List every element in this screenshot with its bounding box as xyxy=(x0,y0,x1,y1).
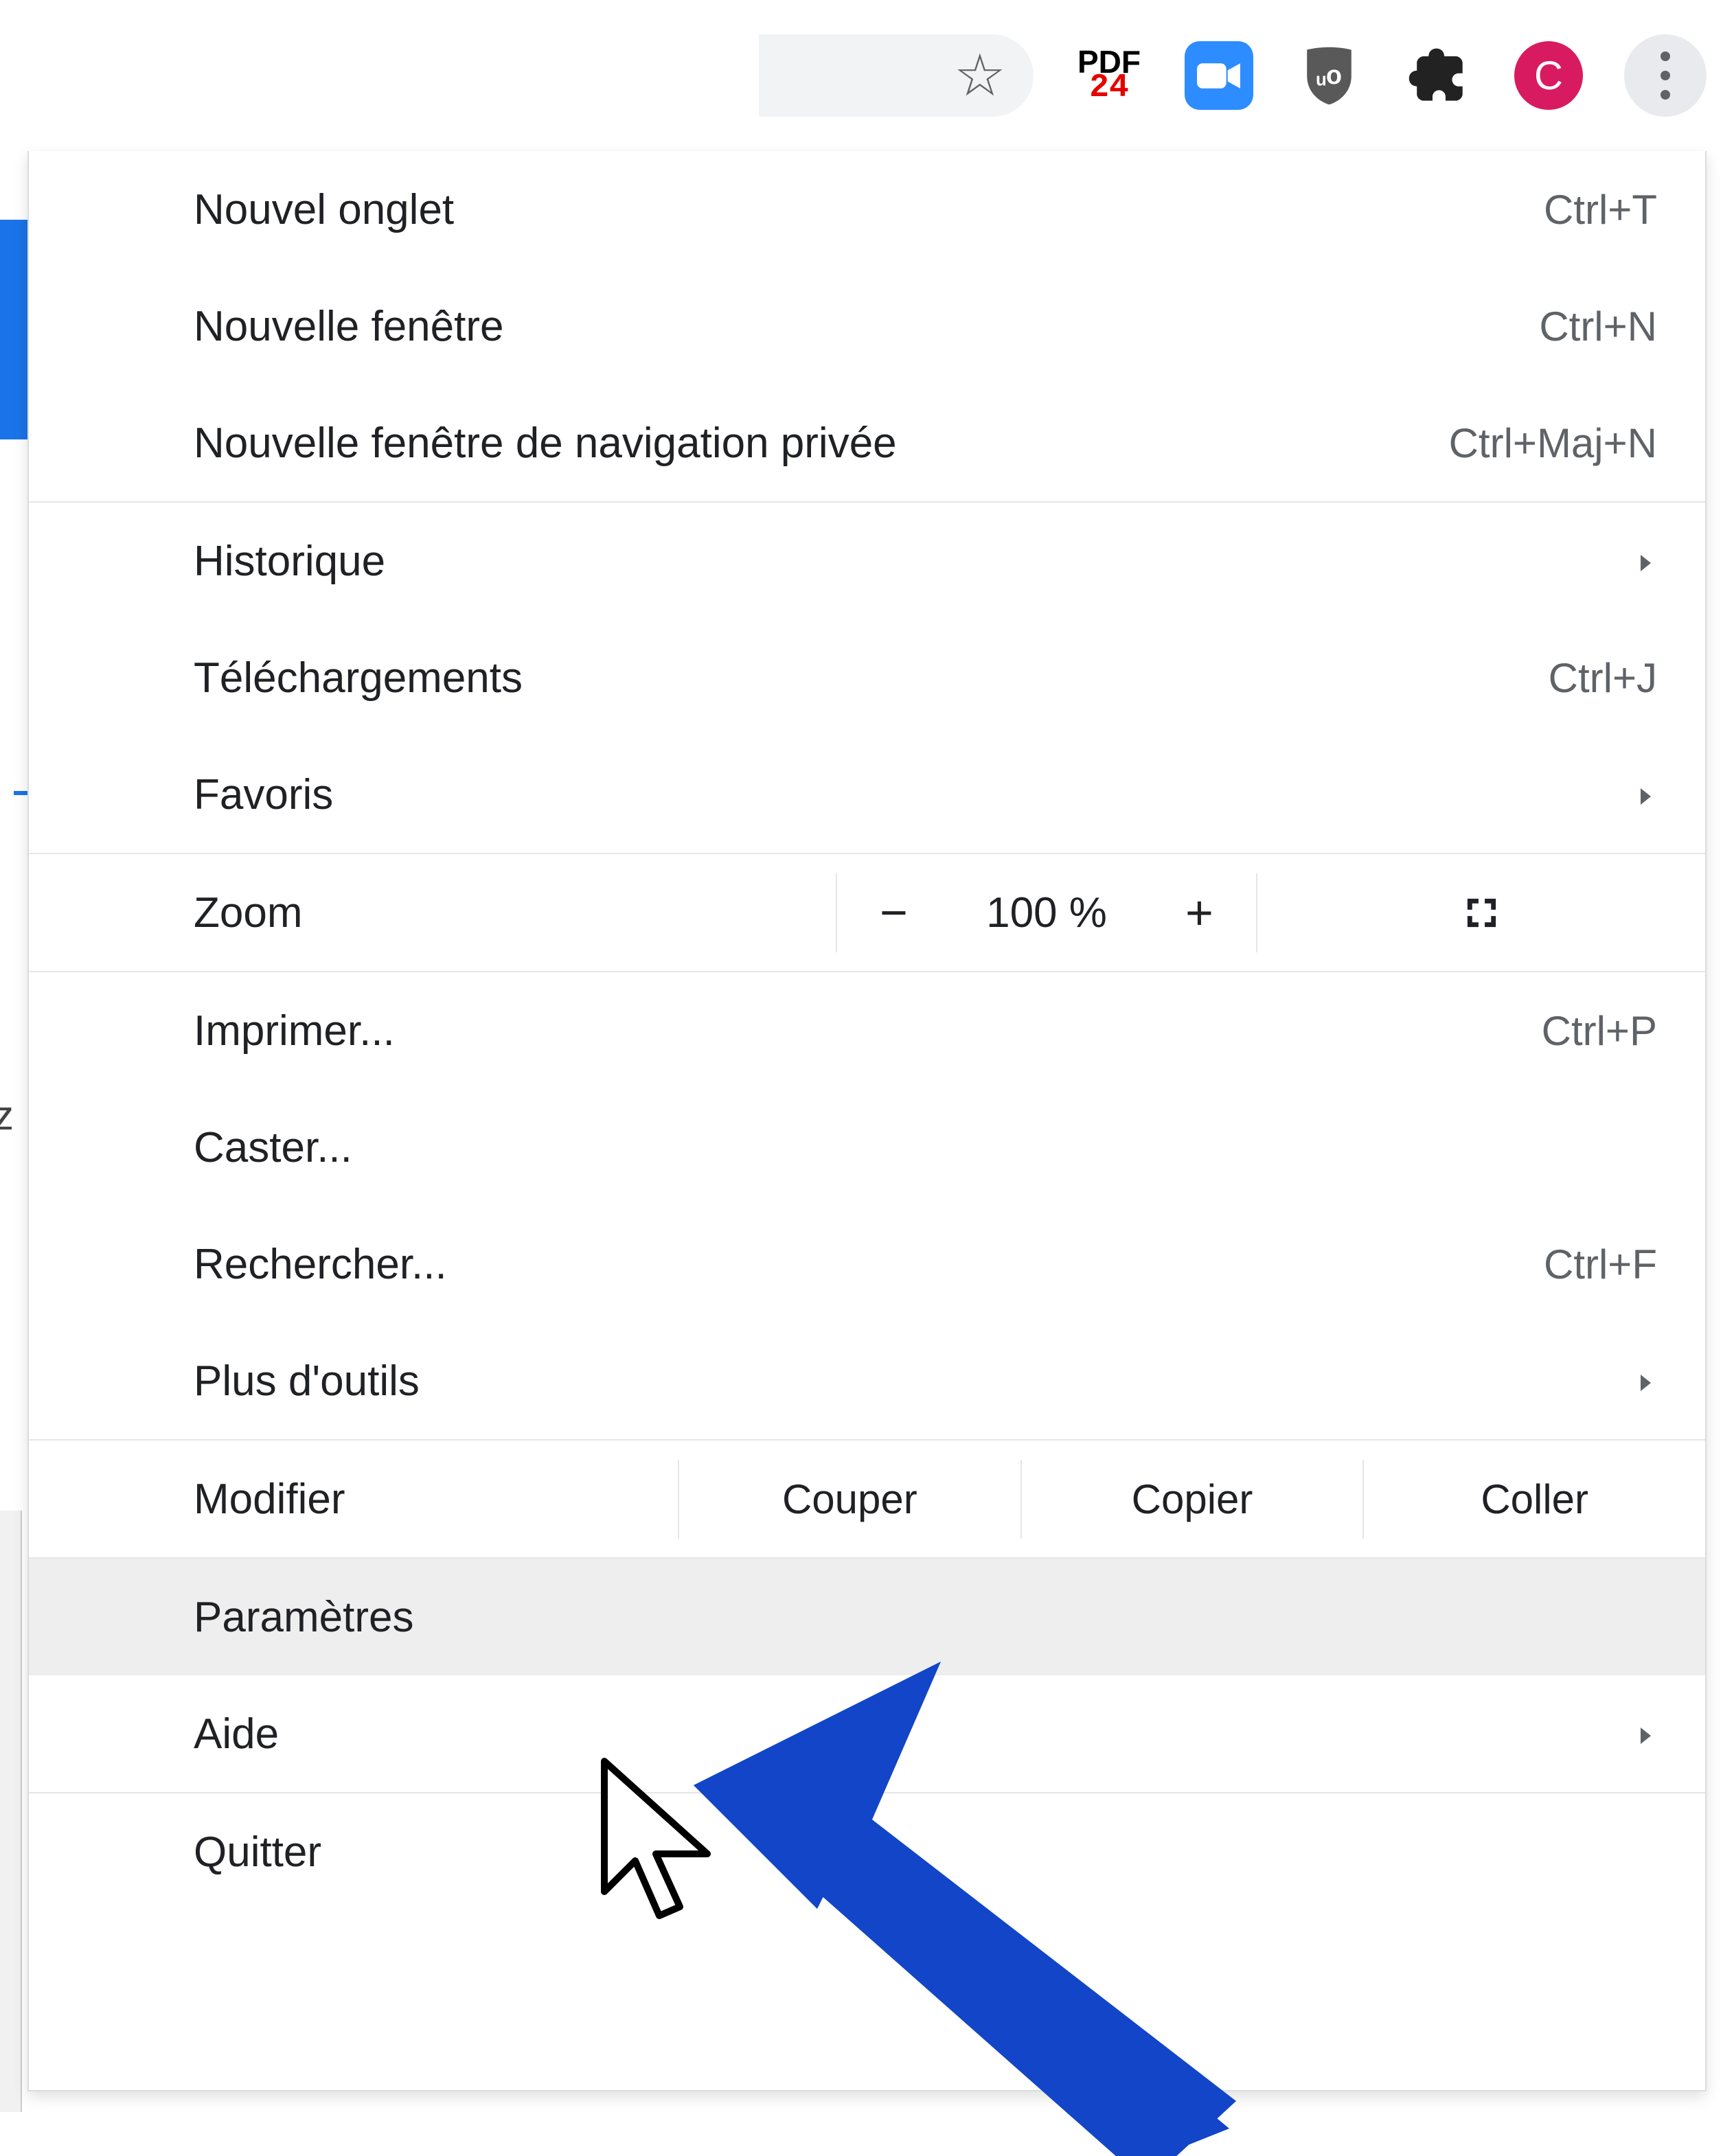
avatar-letter: C xyxy=(1534,53,1563,99)
menu-item-zoom: Zoom − 100 % + xyxy=(29,853,1705,972)
edit-label: Modifier xyxy=(29,1475,678,1524)
submenu-chevron-icon xyxy=(1632,1357,1657,1406)
page-selection-edge xyxy=(0,220,27,439)
bookmark-star-icon[interactable]: ☆ xyxy=(954,47,1006,105)
edit-paste-button[interactable]: Coller xyxy=(1364,1476,1705,1523)
edit-cut-button[interactable]: Couper xyxy=(679,1476,1020,1523)
menu-label: Téléchargements xyxy=(194,654,523,702)
edit-copy-button[interactable]: Copier xyxy=(1022,1476,1363,1523)
menu-shortcut: Ctrl+J xyxy=(1549,654,1657,702)
submenu-chevron-icon xyxy=(1632,1710,1657,1758)
menu-item-settings[interactable]: Paramètres xyxy=(29,1559,1705,1675)
extensions-puzzle-icon[interactable] xyxy=(1404,41,1473,110)
fullscreen-icon xyxy=(1463,894,1501,932)
menu-item-incognito[interactable]: Nouvelle fenêtre de navigation privée Ct… xyxy=(29,385,1705,501)
menu-label: Paramètres xyxy=(194,1593,413,1642)
menu-item-exit[interactable]: Quitter xyxy=(29,1793,1705,1910)
menu-label: Plus d'outils xyxy=(194,1357,420,1406)
kebab-dot-icon xyxy=(1661,71,1670,80)
menu-shortcut: Ctrl+N xyxy=(1539,303,1657,350)
menu-shortcut: Ctrl+T xyxy=(1544,186,1657,233)
profile-avatar[interactable]: C xyxy=(1514,41,1583,110)
menu-label: Favoris xyxy=(194,770,333,819)
kebab-dot-icon xyxy=(1661,51,1670,61)
menu-item-new-window[interactable]: Nouvelle fenêtre Ctrl+N xyxy=(29,268,1705,385)
zoom-out-button[interactable]: − xyxy=(837,885,950,940)
menu-label: Rechercher... xyxy=(194,1240,447,1289)
fullscreen-button[interactable] xyxy=(1257,894,1705,932)
menu-label: Nouvel onglet xyxy=(194,185,454,234)
menu-label: Nouvelle fenêtre de navigation privée xyxy=(194,419,897,468)
extension-zoom-icon[interactable] xyxy=(1185,41,1253,110)
menu-label: Aide xyxy=(194,1710,279,1758)
browser-toolbar: ☆ PDF 24 ᵤo C xyxy=(0,0,1734,151)
svg-text:ᵤo: ᵤo xyxy=(1316,60,1341,89)
page-text-fragment: z xyxy=(0,1092,14,1139)
menu-item-cast[interactable]: Caster... xyxy=(29,1089,1705,1206)
omnibox-end[interactable]: ☆ xyxy=(759,34,1034,117)
zoom-in-button[interactable]: + xyxy=(1143,885,1256,940)
menu-item-find[interactable]: Rechercher... Ctrl+F xyxy=(29,1206,1705,1322)
zoom-label: Zoom xyxy=(29,888,836,937)
menu-item-downloads[interactable]: Téléchargements Ctrl+J xyxy=(29,619,1705,736)
menu-label: Nouvelle fenêtre xyxy=(194,302,504,351)
menu-label: Caster... xyxy=(194,1123,352,1172)
extension-pdf24-icon[interactable]: PDF 24 xyxy=(1075,41,1143,110)
submenu-chevron-icon xyxy=(1632,770,1657,819)
menu-item-history[interactable]: Historique xyxy=(29,503,1705,619)
menu-item-help[interactable]: Aide xyxy=(29,1675,1705,1792)
page-background-edge xyxy=(0,1511,22,2112)
extension-ublock-icon[interactable]: ᵤo xyxy=(1294,41,1363,110)
menu-item-bookmarks[interactable]: Favoris xyxy=(29,736,1705,853)
menu-label: Quitter xyxy=(194,1828,321,1877)
menu-item-print[interactable]: Imprimer... Ctrl+P xyxy=(29,972,1705,1089)
menu-shortcut: Ctrl+F xyxy=(1544,1241,1657,1288)
menu-label: Imprimer... xyxy=(194,1007,395,1055)
menu-item-edit: Modifier Couper Copier Coller xyxy=(29,1439,1705,1559)
kebab-dot-icon xyxy=(1661,90,1670,100)
menu-label: Historique xyxy=(194,537,385,586)
zoom-value: 100 % xyxy=(950,888,1143,937)
chrome-main-menu: Nouvel onglet Ctrl+T Nouvelle fenêtre Ct… xyxy=(27,151,1707,2091)
menu-shortcut: Ctrl+P xyxy=(1542,1007,1657,1055)
menu-item-new-tab[interactable]: Nouvel onglet Ctrl+T xyxy=(29,151,1705,268)
pdf24-label-bottom: 24 xyxy=(1089,75,1129,101)
chrome-menu-button[interactable] xyxy=(1624,34,1707,117)
menu-shortcut: Ctrl+Maj+N xyxy=(1449,420,1657,467)
submenu-chevron-icon xyxy=(1632,537,1657,586)
menu-item-more-tools[interactable]: Plus d'outils xyxy=(29,1322,1705,1439)
